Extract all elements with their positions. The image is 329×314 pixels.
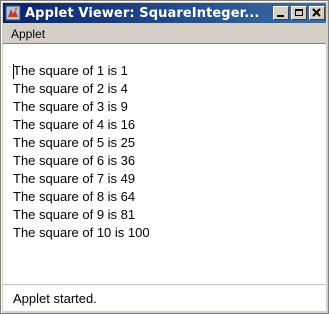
window-controls (271, 6, 325, 20)
status-bar: Applet started. (3, 284, 326, 311)
menu-bar: Applet (3, 24, 326, 43)
applet-viewer-window: Applet Viewer: SquareInteger... Applet T… (0, 0, 329, 314)
output-line: The square of 3 is 9 (13, 99, 128, 114)
maximize-button[interactable] (291, 6, 307, 20)
window-title: Applet Viewer: SquareInteger... (25, 5, 260, 21)
status-text: Applet started. (13, 291, 97, 306)
output-line: The square of 2 is 4 (13, 81, 128, 96)
minimize-icon (277, 15, 284, 17)
output-line: The square of 10 is 100 (13, 225, 150, 240)
output-line: The square of 5 is 25 (13, 135, 136, 150)
title-bar[interactable]: Applet Viewer: SquareInteger... (3, 3, 326, 23)
close-button[interactable] (309, 6, 325, 20)
menu-applet[interactable]: Applet (3, 27, 53, 41)
java-applet-icon[interactable] (5, 5, 21, 21)
output-line: The square of 9 is 81 (13, 207, 136, 222)
output-lines: The square of 1 is 1 The square of 2 is … (13, 62, 150, 242)
output-line: The square of 4 is 16 (13, 117, 136, 132)
close-icon (312, 8, 321, 17)
maximize-icon (295, 9, 303, 16)
output-line: The square of 6 is 36 (13, 153, 136, 168)
applet-content-area: The square of 1 is 1 The square of 2 is … (3, 43, 326, 311)
output-line: The square of 1 is 1 (13, 63, 128, 78)
minimize-button[interactable] (273, 6, 289, 20)
output-line: The square of 8 is 64 (13, 189, 136, 204)
output-line: The square of 7 is 49 (13, 171, 136, 186)
